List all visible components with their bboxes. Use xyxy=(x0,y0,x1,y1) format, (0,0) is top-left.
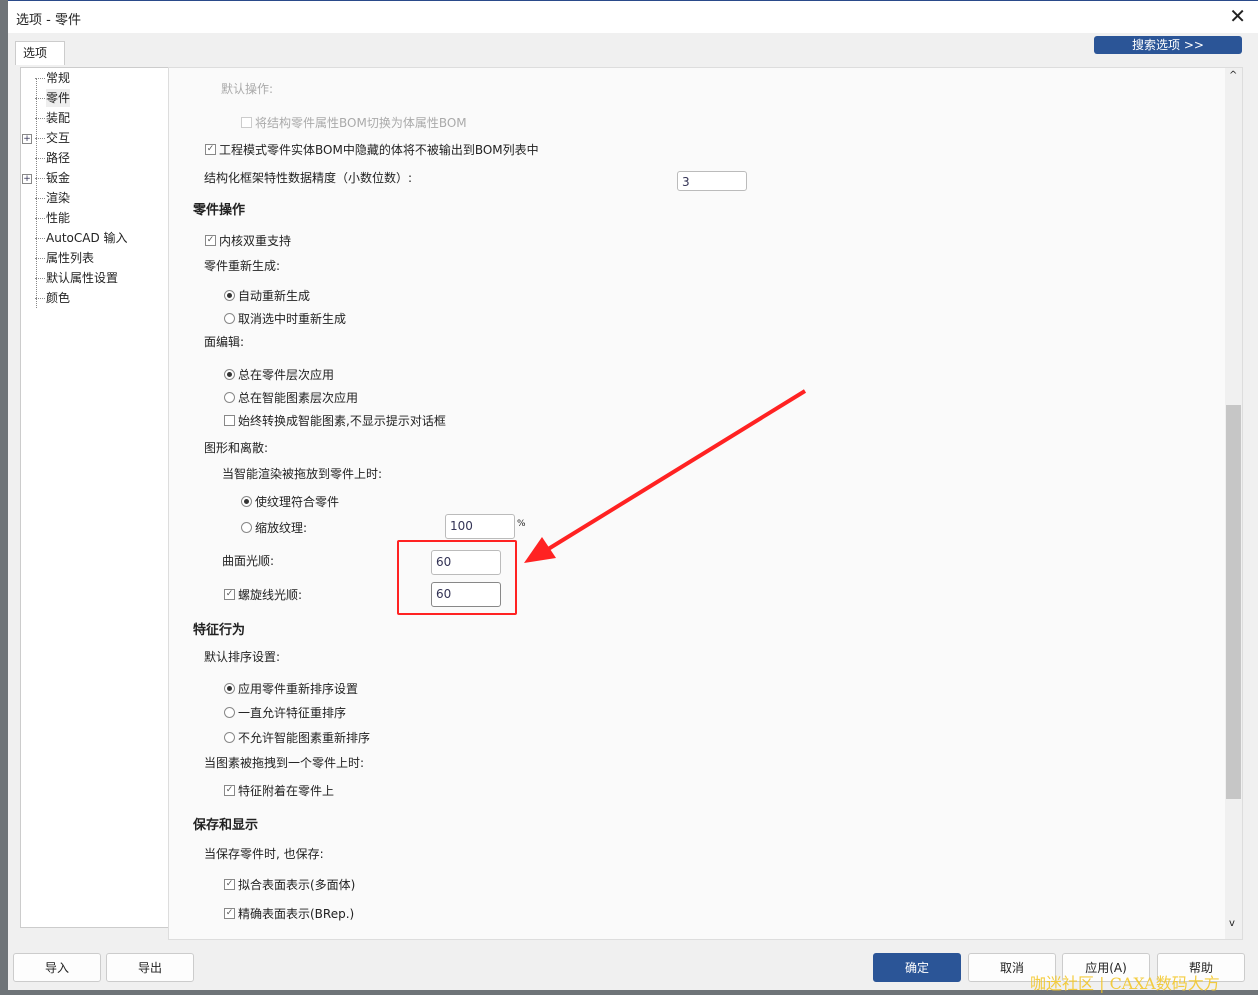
arrow-head xyxy=(524,537,556,563)
arrow-shaft xyxy=(543,389,807,553)
annotation-arrow xyxy=(524,389,807,563)
watermark: 咖迷社区 | CAXA数码大方 xyxy=(1030,974,1220,993)
